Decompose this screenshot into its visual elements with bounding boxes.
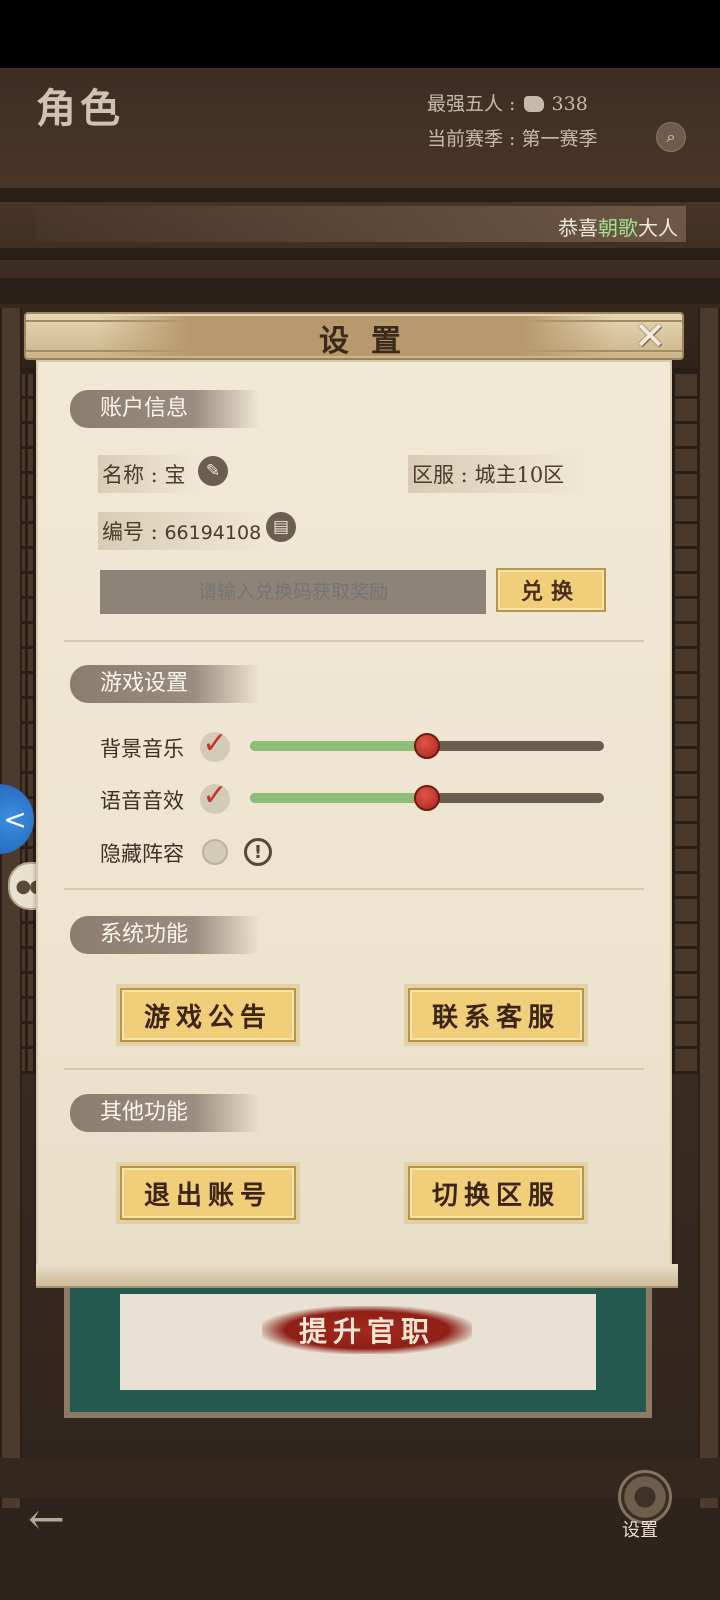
season-value: 第一赛季: [521, 128, 598, 150]
server-label: 区服 :: [412, 463, 468, 487]
game-section-label: 游戏设置: [70, 665, 260, 703]
settings-title: 设置: [319, 324, 423, 359]
strongest-value: 338: [551, 93, 588, 115]
bgm-label: 背景音乐: [100, 737, 184, 761]
hide-lineup-label: 隐藏阵容: [100, 842, 184, 866]
search-icon[interactable]: ⌕: [656, 122, 686, 152]
server-value: 城主10区: [474, 463, 565, 487]
banner-text: 恭喜朝歌大人: [558, 212, 678, 241]
id-value: 66194108: [164, 522, 262, 544]
hide-lineup-toggle[interactable]: [202, 839, 228, 865]
bgm-volume-slider[interactable]: [250, 733, 604, 759]
sfx-checkbox[interactable]: ✓: [200, 781, 230, 814]
divider: [64, 888, 644, 890]
banner-suffix: 大人: [638, 216, 678, 240]
announcement-button[interactable]: 游戏公告: [120, 988, 296, 1042]
bgm-checkbox[interactable]: ✓: [200, 729, 230, 762]
sfx-volume-slider[interactable]: [250, 785, 604, 811]
promote-rank-button[interactable]: 提升官职: [262, 1306, 472, 1354]
game-screen: 角色 最强五人 : 338 当前赛季 : 第一赛季 ⌕ 恭喜朝歌大人 提升官职 …: [0, 0, 720, 1600]
id-label: 编号 :: [102, 520, 158, 544]
divider: [64, 1068, 644, 1070]
back-arrow-icon[interactable]: ←: [28, 1494, 65, 1545]
name-value: 宝: [164, 463, 186, 487]
system-section-label: 系统功能: [70, 916, 260, 954]
bgm-slider-knob[interactable]: [414, 733, 440, 759]
banner-prefix: 恭喜: [558, 216, 598, 240]
banner-player-name: 朝歌: [598, 216, 638, 240]
sfx-slider-fill: [250, 793, 427, 803]
account-id: 编号 : 66194108: [98, 512, 272, 550]
strongest-label: 最强五人 :: [427, 93, 516, 115]
scroll-bottom-edge: [36, 1264, 678, 1288]
other-section-label: 其他功能: [70, 1094, 260, 1132]
account-section-label: 账户信息: [70, 390, 260, 428]
page-title: 角色: [36, 85, 124, 132]
name-label: 名称 :: [102, 463, 158, 487]
settings-panel: [36, 360, 672, 1272]
contact-support-button[interactable]: 联系客服: [408, 988, 584, 1042]
info-icon[interactable]: !: [244, 838, 272, 866]
strongest-five-line: 最强五人 : 338: [427, 89, 588, 116]
account-name: 名称 : 宝: [98, 455, 196, 493]
season-label: 当前赛季 :: [427, 128, 516, 150]
bgm-slider-fill: [250, 741, 427, 751]
season-line: 当前赛季 : 第一赛季: [427, 124, 598, 151]
account-server: 区服 : 城主10区: [408, 455, 586, 493]
sfx-label: 语音音效: [100, 789, 184, 813]
logout-button[interactable]: 退出账号: [120, 1166, 296, 1220]
sfx-slider-knob[interactable]: [414, 785, 440, 811]
edit-brush-icon[interactable]: ✎: [198, 456, 228, 486]
redeem-button[interactable]: 兑换: [496, 568, 606, 612]
divider: [64, 640, 644, 642]
settings-nav-label[interactable]: 设置: [622, 1516, 658, 1542]
redeem-code-input[interactable]: [100, 570, 486, 614]
close-icon[interactable]: ✕: [622, 314, 678, 358]
fist-icon: [523, 96, 544, 112]
copy-id-icon[interactable]: ▤: [266, 512, 296, 542]
switch-server-button[interactable]: 切换区服: [408, 1166, 584, 1220]
